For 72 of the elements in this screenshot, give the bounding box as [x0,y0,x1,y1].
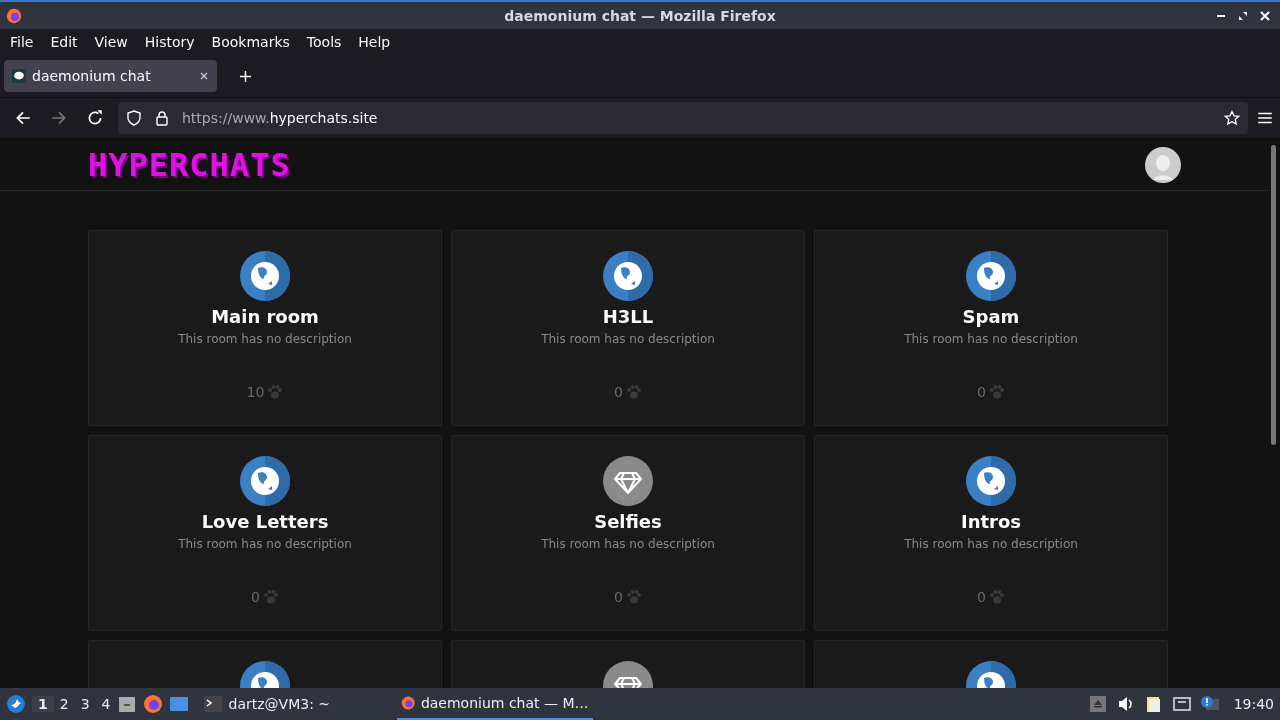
workspace-button[interactable]: 1 [32,696,54,712]
member-count: 0 [977,384,986,400]
room-name: H3LL [602,306,654,327]
padlock-icon [154,110,170,126]
back-arrow-icon[interactable] [14,109,32,127]
firefox-icon[interactable] [142,694,163,714]
menu-item[interactable]: Bookmarks [203,34,298,50]
firefox-icon [5,6,23,25]
browser-tab[interactable]: daemonium chat [4,60,217,92]
network-icon[interactable] [1171,694,1192,714]
room-name: Love Letters [201,511,329,532]
window-title: daemonium chat — Mozilla Firefox [504,7,776,24]
workspace-button[interactable]: 4 [95,696,117,712]
room-card[interactable]: Selfies This room has no description 0 [451,435,805,631]
clock: 19:40 [1233,696,1274,712]
room-description: This room has no description [541,332,715,346]
globe-icon [240,251,290,301]
taskbar-task[interactable]: daemonium chat — M… [396,688,593,720]
member-count: 0 [977,589,986,605]
globe-icon [966,251,1016,301]
window-icon[interactable] [168,694,189,714]
room-description: This room has no description [904,332,1078,346]
room-card[interactable]: H3LL This room has no description 0 [451,230,805,426]
address-bar[interactable]: https://www.hyperchats.site [118,102,1248,134]
room-description: This room has no description [904,537,1078,551]
room-name: Spam [962,306,1020,327]
member-count: 0 [614,384,623,400]
room-card[interactable]: Main room This room has no description 10 [88,230,442,426]
paw-icon [988,384,1005,400]
new-tab-icon[interactable] [239,69,252,83]
room-name: Selfies [594,511,662,532]
terminal-icon [202,694,223,714]
globe-icon [240,456,290,506]
file-cabinet-icon[interactable] [116,694,137,714]
menu-item[interactable]: Help [350,34,399,50]
menu-item[interactable]: Tools [298,34,350,50]
eject-icon[interactable] [1087,694,1108,714]
paw-icon [267,384,284,400]
reload-icon[interactable] [86,109,104,127]
member-count: 0 [614,589,623,605]
scrollbar-thumb[interactable] [1271,145,1276,445]
globe-icon [966,456,1016,506]
room-card[interactable]: Love Letters This room has no description 0 [88,435,442,631]
paw-icon [262,589,279,605]
room-card[interactable]: Spam This room has no description 0 [814,230,1168,426]
forward-arrow-icon[interactable] [50,109,68,127]
avatar-icon[interactable] [1145,146,1181,183]
shield-icon [126,110,142,126]
menu-item[interactable]: View [86,34,136,50]
room-name: Intros [960,511,1022,532]
close-icon[interactable] [199,71,209,81]
menu-item[interactable]: File [2,34,42,50]
room-description: This room has no description [178,332,352,346]
room-card[interactable]: Intros This room has no description 0 [814,435,1168,631]
menu-item[interactable]: Edit [42,34,86,50]
paw-icon [988,589,1005,605]
workspace-button[interactable]: 2 [53,696,75,712]
paw-icon [625,384,642,400]
room-name: Main room [211,306,319,327]
taskbar-task[interactable]: dartz@VM3: ~ [198,688,393,720]
maximize-icon[interactable] [1238,10,1248,21]
menu-item[interactable]: History [136,34,203,50]
room-description: This room has no description [178,537,352,551]
room-description: This room has no description [541,537,715,551]
globe-icon [603,251,653,301]
member-count: 10 [246,384,265,400]
site-logo[interactable]: HYPERCHATS [88,145,291,184]
workspace-button[interactable]: 3 [74,696,96,712]
paw-icon [625,589,642,605]
star-icon[interactable] [1224,110,1240,126]
speech-bubble-icon [12,69,26,83]
member-count: 0 [251,589,260,605]
